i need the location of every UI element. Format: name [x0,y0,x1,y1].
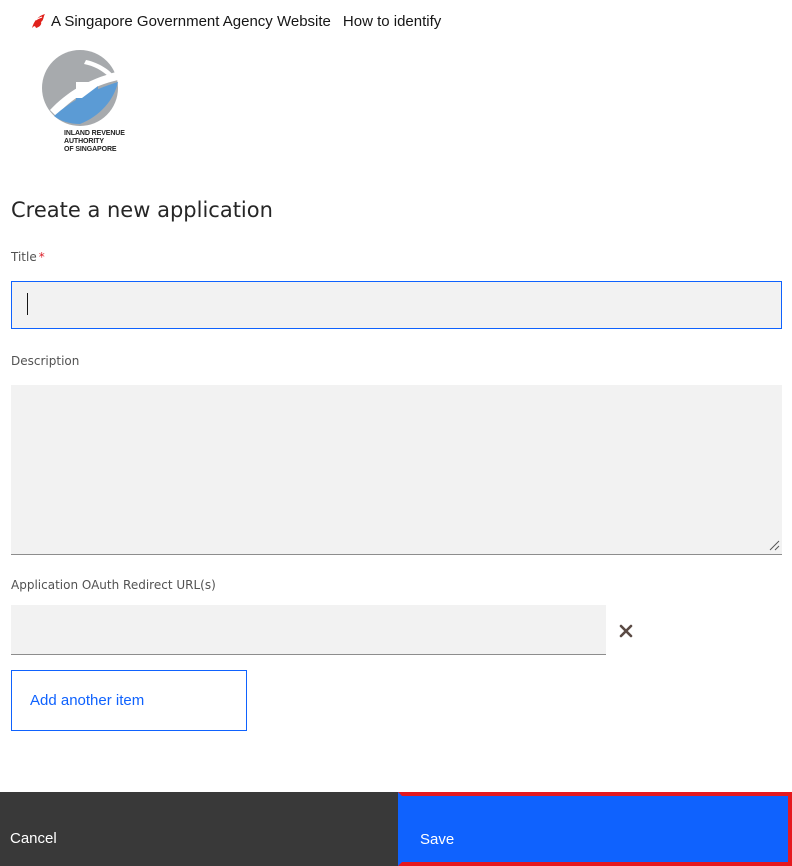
singapore-lion-icon [30,12,48,30]
logo-text-line2: AUTHORITY [64,138,104,145]
required-mark: * [38,250,45,264]
iras-emblem-icon [42,50,118,126]
remove-item-button[interactable] [614,619,638,643]
iras-logo: INLAND REVENUE AUTHORITY OF SINGAPORE [36,50,156,170]
save-button[interactable]: Save [398,792,792,866]
resize-handle-icon[interactable] [768,539,780,551]
close-icon [619,624,633,638]
title-label-text: Title [11,250,37,264]
logo-text-line1: INLAND REVENUE [64,130,125,137]
description-textarea[interactable] [11,385,782,555]
save-button-label: Save [420,830,455,848]
redirect-url-label: Application OAuth Redirect URL(s) [11,578,216,592]
cancel-button[interactable]: Cancel [0,792,398,866]
redirect-url-input[interactable] [11,605,606,655]
how-to-identify-link[interactable]: How to identify [343,13,441,30]
title-label: Title * [11,250,45,264]
text-caret [27,293,28,315]
title-input[interactable] [11,281,782,329]
description-label: Description [11,354,80,368]
cancel-button-label: Cancel [10,829,57,847]
logo-text-line3: OF SINGAPORE [64,146,117,153]
page-title: Create a new application [11,198,273,222]
agency-text: A Singapore Government Agency Website [51,12,331,30]
add-another-item-button[interactable]: Add another item [11,670,247,731]
form-footer: Cancel Save [0,792,792,866]
masthead: A Singapore Government Agency Website Ho… [30,10,441,32]
